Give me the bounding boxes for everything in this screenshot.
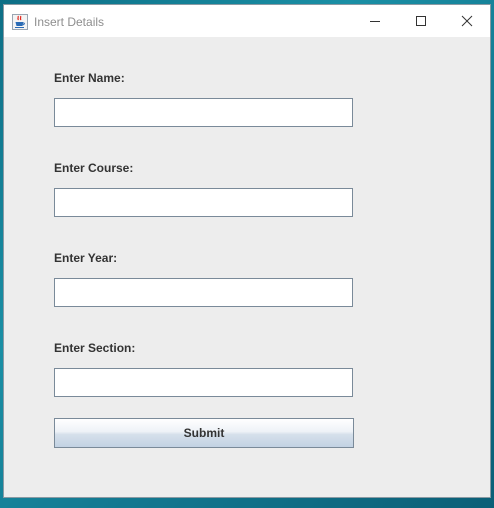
year-field[interactable] <box>54 278 353 307</box>
java-cup-icon <box>12 14 28 30</box>
close-button[interactable] <box>444 5 490 37</box>
year-label: Enter Year: <box>54 251 118 265</box>
maximize-icon <box>416 16 426 26</box>
form-panel: Enter Name: Enter Course: Enter Year: En… <box>4 37 490 497</box>
section-label: Enter Section: <box>54 341 136 355</box>
submit-button[interactable]: Submit <box>54 418 354 448</box>
name-label: Enter Name: <box>54 71 125 85</box>
minimize-button[interactable] <box>352 5 398 37</box>
section-field[interactable] <box>54 368 353 397</box>
name-field[interactable] <box>54 98 353 127</box>
insert-details-window: Insert Details Enter Name: Enter Course:… <box>3 4 491 498</box>
minimize-icon <box>370 21 380 22</box>
title-bar[interactable]: Insert Details <box>4 5 490 37</box>
course-field[interactable] <box>54 188 353 217</box>
close-icon <box>461 15 473 27</box>
window-title: Insert Details <box>34 15 105 29</box>
maximize-button[interactable] <box>398 5 444 37</box>
course-label: Enter Course: <box>54 161 134 175</box>
